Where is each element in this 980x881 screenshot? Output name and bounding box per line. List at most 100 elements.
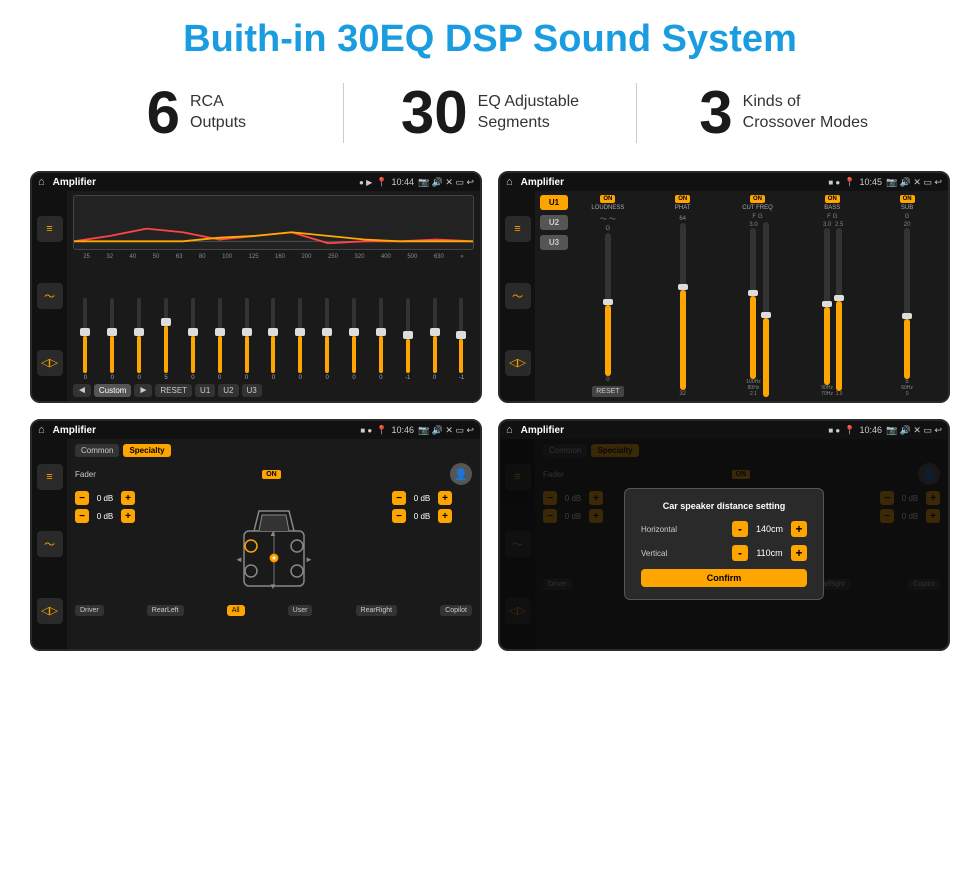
- eq-slider-13[interactable]: 0: [422, 298, 447, 381]
- eq-slider-8[interactable]: 0: [288, 298, 313, 381]
- volume-icon-3[interactable]: ◁▷: [37, 598, 63, 624]
- vertical-label: Vertical: [641, 549, 696, 558]
- db-minus-3[interactable]: −: [392, 509, 406, 523]
- eq-bottom: ◄ Custom ► RESET U1 U2 U3: [73, 384, 474, 397]
- side-controls-1: ≡ 〜 ◁▷: [32, 191, 67, 401]
- user-icon-btn[interactable]: 👤: [450, 463, 472, 485]
- screen-dsp: ⌂ Amplifier ■ ● 📍 10:45 📷 🔊 ✕ ▭ ↩ ≡ 〜 ◁▷…: [498, 171, 950, 403]
- stats-row: 6 RCA Outputs 30 EQ Adjustable Segments …: [0, 71, 980, 161]
- app-title-4: Amplifier: [521, 425, 825, 436]
- horizontal-minus-btn[interactable]: -: [732, 521, 748, 537]
- eq-reset-btn[interactable]: RESET: [155, 384, 192, 397]
- screen-fader: ⌂ Amplifier ■ ● 📍 10:46 📷 🔊 ✕ ▭ ↩ ≡ 〜 ◁▷…: [30, 419, 482, 651]
- bass-on[interactable]: ON: [825, 195, 840, 203]
- vertical-plus-btn[interactable]: +: [791, 545, 807, 561]
- eq-icon[interactable]: ≡: [37, 216, 63, 242]
- btn-user[interactable]: User: [288, 605, 313, 616]
- dsp-main: U1 U2 U3 ON LOUDNESS ～ ～ G 0: [535, 191, 948, 401]
- eq-slider-5[interactable]: 0: [207, 298, 232, 381]
- eq-custom-btn[interactable]: Custom: [94, 384, 132, 397]
- distance-dialog: Car speaker distance setting Horizontal …: [624, 488, 824, 600]
- volume-icon-1[interactable]: ◁▷: [37, 350, 63, 376]
- btn-rearright[interactable]: RearRight: [356, 605, 398, 616]
- eq-slider-10[interactable]: 0: [342, 298, 367, 381]
- vertical-minus-btn[interactable]: -: [732, 545, 748, 561]
- btn-driver[interactable]: Driver: [75, 605, 104, 616]
- dialog-overlay: Car speaker distance setting Horizontal …: [500, 439, 948, 649]
- btn-copilot[interactable]: Copilot: [440, 605, 472, 616]
- dots-icon-2: ■ ●: [828, 178, 840, 187]
- time-3: 10:46: [391, 425, 414, 435]
- time-1: 10:44: [391, 177, 414, 187]
- db-minus-0[interactable]: −: [75, 491, 89, 505]
- side-controls-2: ≡ 〜 ◁▷: [500, 191, 535, 401]
- page-title: Buith-in 30EQ DSP Sound System: [0, 0, 980, 71]
- db-plus-1[interactable]: +: [121, 509, 135, 523]
- db-minus-2[interactable]: −: [392, 491, 406, 505]
- eq-slider-0[interactable]: 0: [73, 298, 98, 381]
- eq-slider-9[interactable]: 0: [315, 298, 340, 381]
- wave-icon-2[interactable]: 〜: [505, 283, 531, 309]
- eq-u1-btn[interactable]: U1: [195, 384, 215, 397]
- eq-next-btn[interactable]: ►: [134, 384, 152, 397]
- eq-u3-btn[interactable]: U3: [242, 384, 262, 397]
- fader-left: − 0 dB + − 0 dB +: [75, 491, 155, 523]
- screen4-body: ≡ 〜 ◁▷ Common Specialty Fader ON 👤: [500, 439, 948, 649]
- db-row-1: − 0 dB +: [75, 509, 155, 523]
- dsp-cutfreq: ON CUT FREQ FG 3.0 100Hz 80Hz 2.1: [722, 195, 794, 397]
- db-plus-3[interactable]: +: [438, 509, 452, 523]
- eq-slider-7[interactable]: 0: [261, 298, 286, 381]
- preset-u3[interactable]: U3: [540, 235, 568, 250]
- eq-prev-btn[interactable]: ◄: [73, 384, 91, 397]
- wave-icon[interactable]: 〜: [37, 283, 63, 309]
- loudness-on[interactable]: ON: [600, 195, 615, 203]
- cutfreq-on[interactable]: ON: [750, 195, 765, 203]
- eq-slider-6[interactable]: 0: [234, 298, 259, 381]
- phat-on[interactable]: ON: [675, 195, 690, 203]
- stat-crossover-label: Kinds of Crossover Modes: [743, 92, 868, 134]
- eq-slider-11[interactable]: 0: [368, 298, 393, 381]
- db-plus-0[interactable]: +: [121, 491, 135, 505]
- eq-icon-3[interactable]: ≡: [37, 464, 63, 490]
- svg-text:▼: ▼: [269, 582, 277, 591]
- screen-distance: ⌂ Amplifier ■ ● 📍 10:46 📷 🔊 ✕ ▭ ↩ ≡ 〜 ◁▷…: [498, 419, 950, 651]
- tab-common[interactable]: Common: [75, 444, 119, 457]
- location-icon-2: 📍: [844, 177, 855, 188]
- eq-slider-14[interactable]: -1: [449, 298, 474, 381]
- btn-all[interactable]: All: [227, 605, 245, 616]
- status-bar-4: ⌂ Amplifier ■ ● 📍 10:46 📷 🔊 ✕ ▭ ↩: [500, 421, 948, 439]
- eq-slider-4[interactable]: 0: [180, 298, 205, 381]
- eq-slider-12[interactable]: -1: [395, 298, 420, 381]
- volume-icon-2[interactable]: ◁▷: [505, 350, 531, 376]
- tab-specialty[interactable]: Specialty: [123, 444, 170, 457]
- stat-eq-number: 30: [401, 83, 468, 143]
- dialog-title: Car speaker distance setting: [641, 501, 807, 511]
- eq-u2-btn[interactable]: U2: [218, 384, 238, 397]
- svg-text:▲: ▲: [269, 529, 277, 538]
- eq-slider-2[interactable]: 0: [127, 298, 152, 381]
- reset-btn-loudness[interactable]: RESET: [592, 386, 623, 397]
- dialog-vertical-row: Vertical - 110cm +: [641, 545, 807, 561]
- vertical-stepper[interactable]: - 110cm +: [732, 545, 807, 561]
- btn-rearleft[interactable]: RearLeft: [147, 605, 184, 616]
- confirm-button[interactable]: Confirm: [641, 569, 807, 587]
- stat-divider-2: [636, 83, 637, 143]
- horizontal-plus-btn[interactable]: +: [791, 521, 807, 537]
- side-controls-3: ≡ 〜 ◁▷: [32, 439, 67, 649]
- eq-icon-2[interactable]: ≡: [505, 216, 531, 242]
- db-row-2: − 0 dB +: [392, 491, 472, 505]
- db-minus-1[interactable]: −: [75, 509, 89, 523]
- db-row-3: − 0 dB +: [392, 509, 472, 523]
- stat-divider-1: [343, 83, 344, 143]
- preset-u2[interactable]: U2: [540, 215, 568, 230]
- svg-text:◄: ◄: [235, 555, 243, 564]
- sub-on[interactable]: ON: [900, 195, 915, 203]
- db-plus-2[interactable]: +: [438, 491, 452, 505]
- eq-slider-1[interactable]: 0: [100, 298, 125, 381]
- eq-slider-3[interactable]: 5: [154, 298, 179, 381]
- dots-icon-3: ■ ●: [360, 426, 372, 435]
- preset-u1[interactable]: U1: [540, 195, 568, 210]
- wave-icon-3[interactable]: 〜: [37, 531, 63, 557]
- svg-text:►: ►: [305, 555, 313, 564]
- horizontal-stepper[interactable]: - 140cm +: [732, 521, 807, 537]
